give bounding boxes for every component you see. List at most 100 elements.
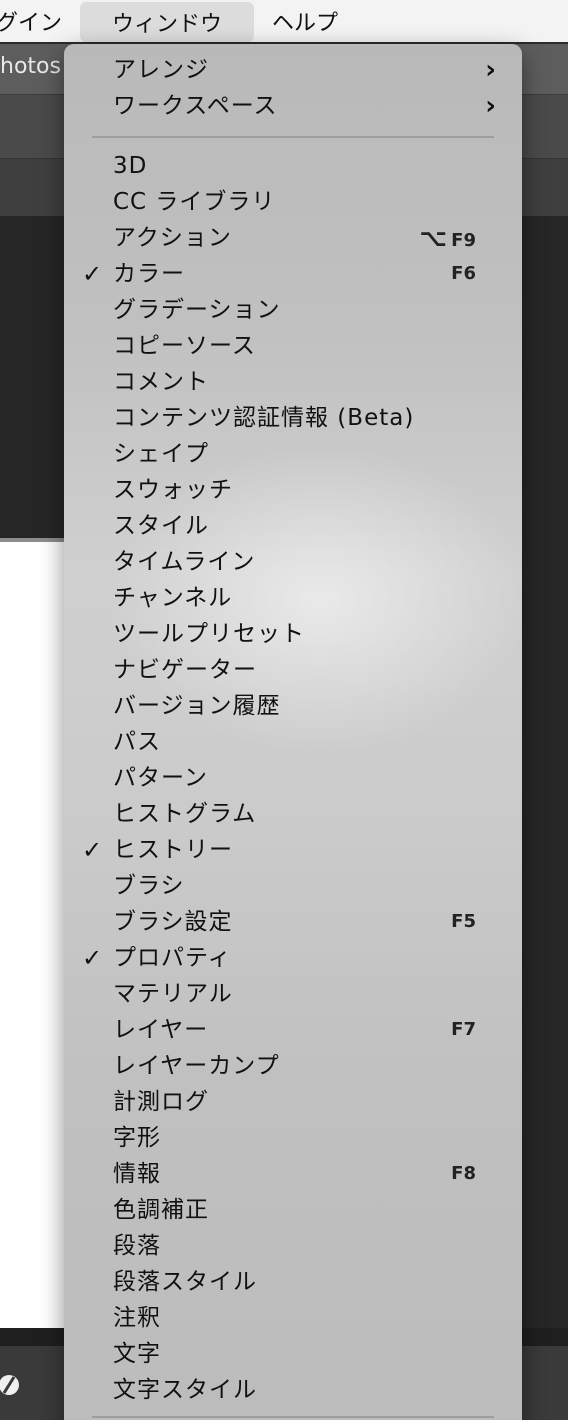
menu-item-label: カラー xyxy=(113,261,185,287)
menu-item-label: シェイプ xyxy=(113,441,209,467)
menu-item-label: コンテンツ認証情報 (Beta) xyxy=(113,405,415,431)
menu-item[interactable]: 段落スタイル xyxy=(64,1264,522,1300)
menu-item-label: パス xyxy=(113,729,161,755)
chevron-right-icon: › xyxy=(485,91,496,121)
quick-mask-icon[interactable] xyxy=(0,1372,26,1398)
menu-item[interactable]: コピーソース xyxy=(64,328,522,364)
menu-bar: グイン ウィンドウ ヘルプ xyxy=(0,0,568,42)
menu-item[interactable]: チャンネル xyxy=(64,580,522,616)
menu-item[interactable]: コメント xyxy=(64,364,522,400)
menu-item[interactable]: アクション ⌥ F9 xyxy=(64,220,522,256)
menu-item-label: プロパティ xyxy=(113,945,232,971)
menu-item[interactable]: レイヤー F7 xyxy=(64,1012,522,1048)
menu-item-label: タイムライン xyxy=(113,549,256,575)
menu-item[interactable]: バージョン履歴 xyxy=(64,688,522,724)
menu-item-label: ヒストリー xyxy=(113,837,233,863)
menu-item[interactable]: ブラシ設定 F5 xyxy=(64,904,522,940)
menu-item-label: スウォッチ xyxy=(113,477,233,503)
document-canvas[interactable] xyxy=(0,538,70,1332)
menu-item-label: 情報 xyxy=(113,1161,161,1187)
menu-item-label: 注釈 xyxy=(113,1305,161,1331)
shortcut-key: F9 xyxy=(451,230,476,251)
menu-item[interactable]: CC ライブラリ xyxy=(64,184,522,220)
menu-item-label: 字形 xyxy=(113,1125,161,1151)
menu-item-label: アレンジ xyxy=(113,57,209,83)
app-title: hotos xyxy=(0,54,61,79)
menu-item-workspace[interactable]: ワークスペース › xyxy=(64,88,522,124)
menu-item-label: 段落 xyxy=(113,1233,161,1259)
menu-item[interactable]: パス xyxy=(64,724,522,760)
menu-item[interactable]: 文字スタイル xyxy=(64,1372,522,1408)
shortcut-key: F6 xyxy=(451,263,476,284)
menu-separator xyxy=(92,136,494,138)
menu-item-label: CC ライブラリ xyxy=(113,189,276,215)
menu-item[interactable]: 文字 xyxy=(64,1336,522,1372)
app-right-panel xyxy=(520,538,568,1420)
menu-item-label: ヒストグラム xyxy=(113,801,257,827)
menu-item[interactable]: スタイル xyxy=(64,508,522,544)
menu-item-shortcut: F6 xyxy=(451,256,476,292)
menubar-item-plugins[interactable]: グイン xyxy=(0,0,80,42)
menu-item-label: 計測ログ xyxy=(113,1089,209,1115)
menu-item-label: 段落スタイル xyxy=(113,1269,257,1295)
menu-item[interactable]: 計測ログ xyxy=(64,1084,522,1120)
menu-item-arrange[interactable]: アレンジ › xyxy=(64,52,522,88)
menu-item-label: ブラシ xyxy=(113,873,185,899)
menu-item-label: コピーソース xyxy=(113,333,256,359)
checkmark-icon: ✓ xyxy=(82,260,103,288)
menu-item[interactable]: 3D xyxy=(64,148,522,184)
menu-item[interactable]: 情報 F8 xyxy=(64,1156,522,1192)
menu-item[interactable]: スウォッチ xyxy=(64,472,522,508)
option-key-icon: ⌥ xyxy=(419,224,448,252)
menu-item[interactable]: ✓ ヒストリー xyxy=(64,832,522,868)
menu-item[interactable]: パターン xyxy=(64,760,522,796)
menu-item-label: ナビゲーター xyxy=(113,657,257,683)
menu-item-label: パターン xyxy=(113,765,208,791)
menu-item[interactable]: 段落 xyxy=(64,1228,522,1264)
checkmark-icon: ✓ xyxy=(82,944,103,972)
menubar-item-window[interactable]: ウィンドウ xyxy=(80,2,255,42)
menu-item[interactable]: タイムライン xyxy=(64,544,522,580)
menu-item-label: 3D xyxy=(113,153,148,179)
menu-item-shortcut: F7 xyxy=(451,1012,476,1048)
menu-item-shortcut: ⌥ F9 xyxy=(420,220,476,256)
menu-item[interactable]: マテリアル xyxy=(64,976,522,1012)
menu-item-label: レイヤー xyxy=(113,1017,209,1043)
menu-item[interactable]: シェイプ xyxy=(64,436,522,472)
menu-item-label: レイヤーカンプ xyxy=(113,1053,280,1079)
menu-item-label: 文字スタイル xyxy=(113,1377,257,1403)
menu-item-label: ブラシ設定 xyxy=(113,909,233,935)
menu-item[interactable]: 色調補正 xyxy=(64,1192,522,1228)
menu-item-label: ワークスペース xyxy=(113,93,278,119)
shortcut-key: F5 xyxy=(451,911,476,932)
menu-item[interactable]: 字形 xyxy=(64,1120,522,1156)
menu-item-label: チャンネル xyxy=(113,585,233,611)
menu-item-label: グラデーション xyxy=(113,297,281,323)
menu-item-label: 色調補正 xyxy=(113,1197,209,1223)
menu-item[interactable]: ✓ カラー F6 xyxy=(64,256,522,292)
menu-item-label: アクション xyxy=(113,225,232,251)
menu-item[interactable]: ナビゲーター xyxy=(64,652,522,688)
menu-item[interactable]: ヒストグラム xyxy=(64,796,522,832)
checkmark-icon: ✓ xyxy=(82,836,103,864)
shortcut-key: F7 xyxy=(451,1019,476,1040)
menu-item[interactable]: グラデーション xyxy=(64,292,522,328)
shortcut-key: F8 xyxy=(451,1163,476,1184)
menu-item-label: スタイル xyxy=(113,513,209,539)
menubar-item-help[interactable]: ヘルプ xyxy=(254,0,356,42)
menu-item[interactable]: ✓ プロパティ xyxy=(64,940,522,976)
menu-item-label: ツールプリセット xyxy=(113,621,305,647)
menu-item[interactable]: コンテンツ認証情報 (Beta) xyxy=(64,400,522,436)
menu-item-shortcut: F8 xyxy=(451,1156,476,1192)
menu-item-label: バージョン履歴 xyxy=(113,693,281,719)
menu-item[interactable]: ツールプリセット xyxy=(64,616,522,652)
menu-item-label: コメント xyxy=(113,369,209,395)
menu-item-label: 文字 xyxy=(113,1341,161,1367)
menu-item[interactable]: レイヤーカンプ xyxy=(64,1048,522,1084)
menu-item-shortcut: F5 xyxy=(451,904,476,940)
menu-item[interactable]: ブラシ xyxy=(64,868,522,904)
menu-item-label: マテリアル xyxy=(113,981,233,1007)
window-menu: アレンジ › ワークスペース › 3D CC ライブラリ アクション ⌥ F9 ✓ カラー F… xyxy=(64,44,522,1420)
chevron-right-icon: › xyxy=(485,55,496,85)
menu-item[interactable]: 注釈 xyxy=(64,1300,522,1336)
